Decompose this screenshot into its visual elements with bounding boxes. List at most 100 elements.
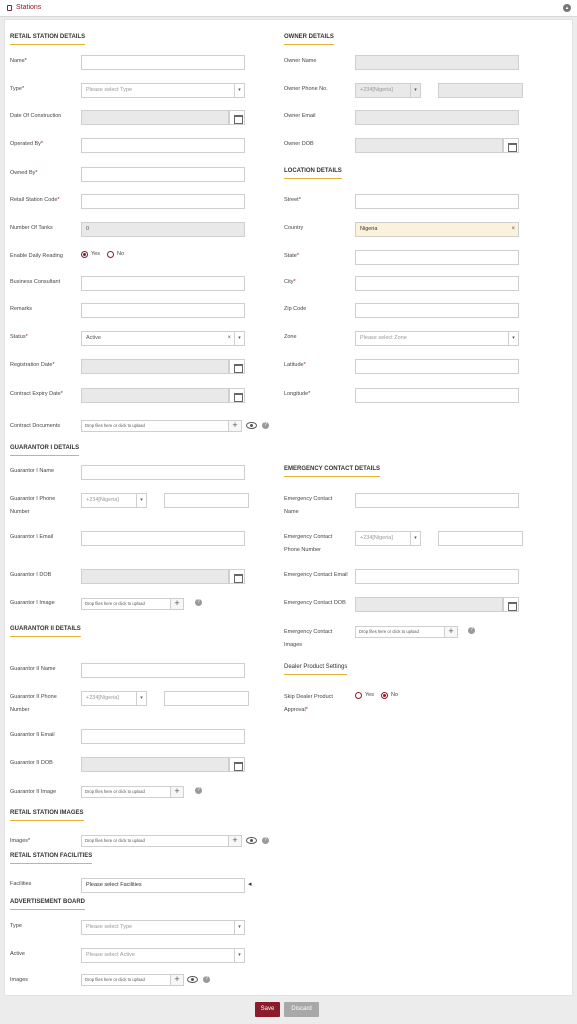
latitude-input[interactable]: [355, 359, 519, 374]
plus-icon[interactable]: +: [228, 835, 242, 847]
owner-phone-input[interactable]: [438, 83, 523, 98]
remarks-input[interactable]: [81, 303, 245, 318]
g1-image-label: Guarantor I Image: [10, 600, 55, 606]
g1-dob-label: Guarantor I DOB: [10, 572, 52, 578]
station-code-label: Retail Station Code*: [10, 197, 60, 203]
operated-by-input[interactable]: [81, 138, 245, 153]
plus-icon[interactable]: +: [228, 420, 242, 432]
longitude-input[interactable]: [355, 388, 519, 403]
ad-images-upload[interactable]: Drop files here or click to upload +: [81, 974, 184, 986]
g2-name-input[interactable]: [81, 663, 245, 678]
eye-icon[interactable]: [246, 422, 257, 429]
tanks-input[interactable]: 0: [81, 222, 245, 237]
expiry-date-label: Contract Expiry Date*: [10, 391, 63, 397]
chevron-down-icon: ▾: [234, 331, 244, 346]
help-icon[interactable]: ?: [195, 787, 202, 794]
form-panel: RETAIL STATION DETAILS Name* Type* Pleas…: [4, 19, 573, 996]
registration-date-input[interactable]: [81, 359, 229, 374]
calendar-icon[interactable]: [229, 110, 245, 125]
zone-select[interactable]: Please select Zone ▾: [355, 331, 519, 346]
type-select[interactable]: Please select Type ▾: [81, 83, 245, 98]
g2-dob-input[interactable]: [81, 757, 229, 772]
g1-image-upload[interactable]: Drop files here or click to upload +: [81, 598, 184, 610]
plus-icon[interactable]: +: [170, 598, 184, 610]
state-input[interactable]: [355, 250, 519, 265]
g1-phone-label: Guarantor I Phone Number: [10, 496, 56, 515]
chevron-up-icon[interactable]: ▴: [563, 4, 571, 12]
owner-phone-code-select[interactable]: +234[Nigeria] ▾: [355, 83, 421, 98]
g1-dob-input[interactable]: [81, 569, 229, 584]
contract-documents-label: Contract Documents: [10, 423, 61, 429]
calendar-icon[interactable]: [503, 138, 519, 153]
section-location-details: LOCATION DETAILS: [284, 168, 342, 179]
calendar-icon[interactable]: [229, 757, 245, 772]
images-upload[interactable]: Drop files here or click to upload +: [81, 835, 242, 847]
owner-name-input[interactable]: [355, 55, 519, 70]
country-select[interactable]: Nigeria ×: [355, 222, 519, 237]
arrow-left-icon[interactable]: ◂: [248, 880, 252, 888]
section-retail-station-facilities: RETAIL STATION FACILITIES: [10, 853, 93, 864]
owner-email-label: Owner Email: [284, 113, 316, 119]
chevron-down-icon: ▾: [234, 83, 244, 98]
ad-active-select[interactable]: Please select Active ▾: [81, 948, 245, 963]
calendar-icon[interactable]: [503, 597, 519, 612]
g2-phone-input[interactable]: [164, 691, 249, 706]
calendar-icon[interactable]: [229, 388, 245, 403]
clear-icon[interactable]: ×: [227, 332, 231, 345]
emergency-phone-input[interactable]: [438, 531, 523, 546]
help-icon[interactable]: ?: [468, 627, 475, 634]
emergency-email-input[interactable]: [355, 569, 519, 584]
g2-phone-code-select[interactable]: +234[Nigeria] ▾: [81, 691, 147, 706]
city-input[interactable]: [355, 276, 519, 291]
emergency-images-upload[interactable]: Drop files here or click to upload +: [355, 626, 458, 638]
street-input[interactable]: [355, 194, 519, 209]
eye-icon[interactable]: [246, 837, 257, 844]
eye-icon[interactable]: [187, 976, 198, 983]
construction-date-input[interactable]: [81, 110, 229, 125]
daily-reading-no-radio[interactable]: [107, 251, 114, 258]
chevron-down-icon: ▾: [410, 531, 420, 546]
emergency-name-input[interactable]: [355, 493, 519, 508]
chevron-down-icon: ▾: [136, 691, 146, 706]
g1-phone-input[interactable]: [164, 493, 249, 508]
skip-approval-yes-radio[interactable]: [355, 692, 362, 699]
ad-type-select[interactable]: Please select Type ▾: [81, 920, 245, 935]
emergency-dob-label: Emergency Contact DOB: [284, 600, 346, 606]
plus-icon[interactable]: +: [444, 626, 458, 638]
g1-name-input[interactable]: [81, 465, 245, 480]
g2-image-upload[interactable]: Drop files here or click to upload +: [81, 786, 184, 798]
station-code-input[interactable]: [81, 194, 245, 209]
tanks-label: Number Of Tanks: [10, 225, 53, 231]
emergency-phone-code-select[interactable]: +234[Nigeria] ▾: [355, 531, 421, 546]
skip-dealer-approval-label: Skip Dealer Product Approval*: [284, 694, 333, 713]
consultant-input[interactable]: [81, 276, 245, 291]
help-icon[interactable]: ?: [262, 837, 269, 844]
owned-by-input[interactable]: [81, 167, 245, 182]
g1-phone-code-select[interactable]: +234[Nigeria] ▾: [81, 493, 147, 508]
daily-reading-yes-radio[interactable]: [81, 251, 88, 258]
plus-icon[interactable]: +: [170, 786, 184, 798]
calendar-icon[interactable]: [229, 359, 245, 374]
contract-documents-upload[interactable]: Drop files here or click to upload +: [81, 420, 242, 432]
help-icon[interactable]: ?: [262, 422, 269, 429]
emergency-dob-input[interactable]: [355, 597, 503, 612]
discard-button[interactable]: Discard: [284, 1002, 319, 1017]
name-input[interactable]: [81, 55, 245, 70]
expiry-date-input[interactable]: [81, 388, 229, 403]
chevron-down-icon: ▾: [508, 331, 518, 346]
owner-email-input[interactable]: [355, 110, 519, 125]
facilities-select[interactable]: Please select Facilities: [81, 878, 245, 893]
owner-dob-input[interactable]: [355, 138, 503, 153]
skip-approval-no-radio[interactable]: [381, 692, 388, 699]
calendar-icon[interactable]: [229, 569, 245, 584]
zip-input[interactable]: [355, 303, 519, 318]
help-icon[interactable]: ?: [203, 976, 210, 983]
clear-icon[interactable]: ×: [511, 223, 515, 236]
save-button[interactable]: Save: [255, 1002, 280, 1017]
g2-email-input[interactable]: [81, 729, 245, 744]
help-icon[interactable]: ?: [195, 599, 202, 606]
g1-email-input[interactable]: [81, 531, 245, 546]
status-select[interactable]: Active × ▾: [81, 331, 245, 346]
registration-date-label: Registration Date*: [10, 362, 55, 368]
plus-icon[interactable]: +: [170, 974, 184, 986]
